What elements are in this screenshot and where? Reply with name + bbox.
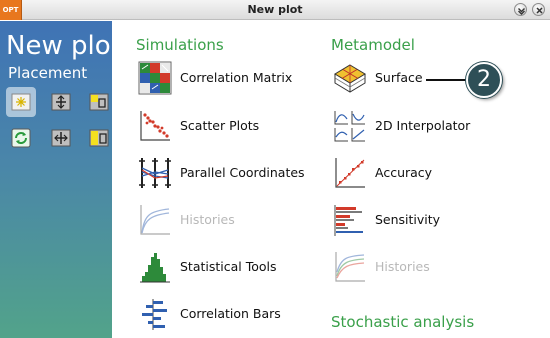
parallel-coordinates-icon [139, 158, 171, 188]
plot-item-2d-interpolator[interactable]: 2D Interpolator [333, 109, 523, 145]
minimize-button[interactable] [514, 3, 527, 16]
panel-title: New plo [6, 31, 111, 61]
placement-label: Placement [8, 64, 88, 82]
plot-item-statistical-tools[interactable]: Statistical Tools [138, 250, 328, 286]
placement-split-vertical-button[interactable] [46, 87, 76, 117]
placement-replace-button[interactable] [6, 123, 36, 153]
placement-split-horizontal-button[interactable] [46, 123, 76, 153]
left-panel: New plo Placement [0, 21, 112, 338]
accuracy-icon [335, 158, 365, 188]
placement-split-left-button[interactable] [84, 123, 114, 153]
chevron-down-icon [518, 8, 525, 15]
section-simulations: Simulations [136, 36, 224, 54]
correlation-matrix-icon [138, 61, 172, 95]
plot-item-correlation-bars[interactable]: Correlation Bars [138, 297, 328, 333]
placement-split-right-button[interactable] [84, 87, 114, 117]
plot-item-label: Scatter Plots [180, 118, 260, 133]
correlation-bars-icon [142, 299, 167, 330]
plot-item-label: Statistical Tools [180, 259, 277, 274]
refresh-icon [11, 128, 31, 148]
split-right-icon [89, 93, 109, 111]
callout-step-badge: 2 [466, 62, 502, 98]
close-button[interactable] [532, 3, 545, 16]
scatter-plot-icon [140, 111, 170, 141]
plot-item-metamodel-histories-disabled: Histories [333, 250, 523, 286]
plot-item-sensitivity[interactable]: Sensitivity [333, 203, 523, 239]
split-horizontal-icon [51, 129, 71, 147]
plot-item-label: Parallel Coordinates [180, 165, 305, 180]
plot-item-histories-disabled: Histories [138, 203, 328, 239]
plot-item-scatter-plots[interactable]: Scatter Plots [138, 109, 328, 145]
plot-item-accuracy[interactable]: Accuracy [333, 156, 523, 192]
window-titlebar: OPT New plot [0, 0, 550, 20]
split-vertical-icon [51, 93, 71, 111]
plot-item-correlation-matrix[interactable]: Correlation Matrix [138, 61, 328, 97]
sensitivity-icon [334, 205, 363, 236]
histogram-icon [140, 253, 170, 283]
plot-item-label: Correlation Matrix [180, 70, 293, 85]
close-icon [536, 7, 543, 14]
plot-item-label: 2D Interpolator [375, 118, 471, 133]
section-stochastic-analysis: Stochastic analysis [331, 313, 475, 331]
section-metamodel: Metamodel [331, 36, 415, 54]
plot-item-label: Histories [180, 212, 235, 227]
placement-new-window-button[interactable] [6, 87, 36, 117]
plot-item-label: Sensitivity [375, 212, 441, 227]
histories-icon [140, 205, 170, 235]
callout-pointer-line [426, 79, 468, 81]
plot-item-label: Correlation Bars [180, 306, 281, 321]
surface-3d-icon [334, 64, 366, 93]
plot-item-label: Surface [375, 70, 423, 85]
plot-item-parallel-coordinates[interactable]: Parallel Coordinates [138, 156, 328, 192]
new-window-icon [11, 93, 31, 111]
plot-item-label: Accuracy [375, 165, 433, 180]
interpolator-icon [334, 111, 365, 142]
split-left-icon [89, 129, 109, 147]
plot-item-label: Histories [375, 259, 430, 274]
histories-icon [335, 252, 365, 282]
window-title: New plot [247, 3, 303, 16]
